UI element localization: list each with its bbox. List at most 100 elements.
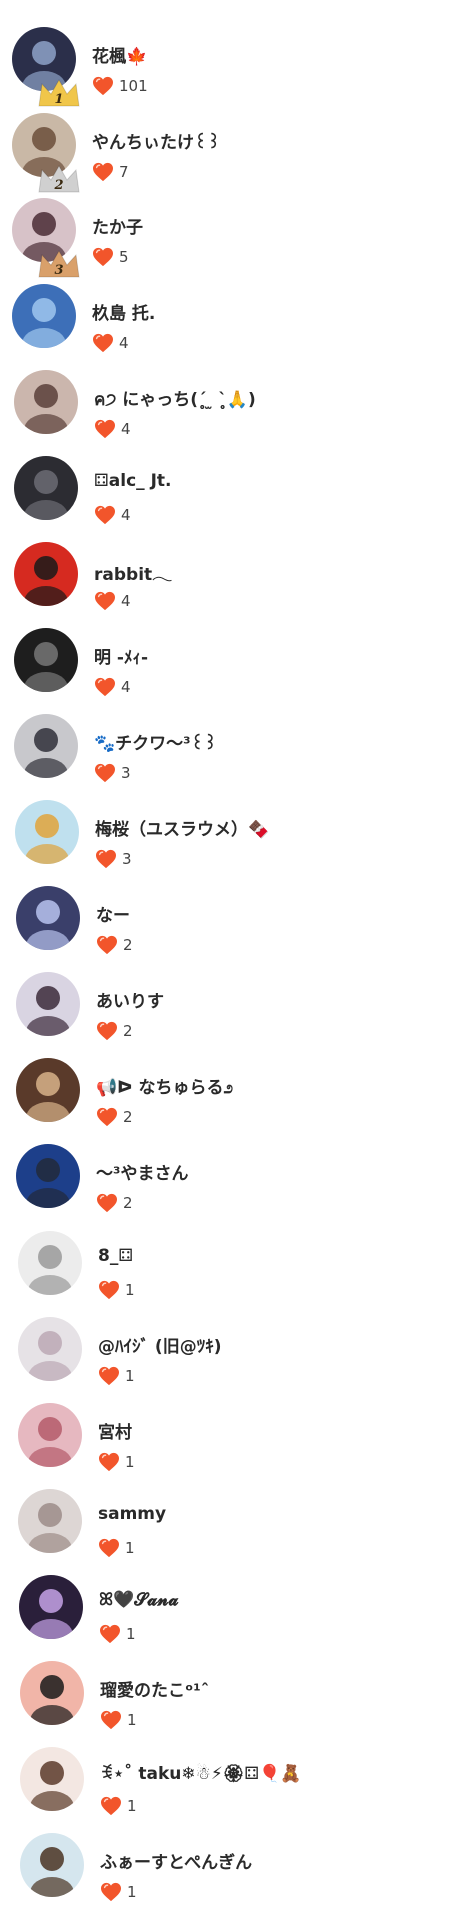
- user-name[interactable]: ꕤ🖤𝓢𝓪𝓷𝓪: [99, 1590, 179, 1610]
- user-name[interactable]: ค੭ にゃっち(ˊ̥̥ ̫ ˋ̥̥🙏): [94, 385, 256, 413]
- user-name[interactable]: ꉂ⋆˚ taku❄☃⚡🏵⚃🎈🧸: [100, 1762, 301, 1784]
- avatar[interactable]: [16, 1144, 80, 1208]
- list-item[interactable]: @ﾊｲｼﾞ (旧@ﾂｷ) 1: [0, 1308, 462, 1394]
- heart-icon: [96, 1021, 118, 1041]
- like-count: 2: [123, 1194, 133, 1212]
- avatar[interactable]: [18, 1489, 82, 1553]
- avatar[interactable]: [16, 972, 80, 1036]
- avatar[interactable]: [12, 284, 76, 348]
- like-count: 5: [119, 248, 129, 266]
- list-item[interactable]: 梅桜（ユスラウメ）🍫 3: [0, 791, 462, 877]
- list-item[interactable]: 2 やんちぃたけ꒰꒱ 7: [0, 104, 462, 193]
- list-item[interactable]: sammy 1: [0, 1480, 462, 1566]
- user-name[interactable]: @ﾊｲｼﾞ (旧@ﾂｷ): [98, 1332, 221, 1357]
- user-name[interactable]: 花楓🍁: [92, 42, 147, 67]
- user-name[interactable]: rabbit𓂃: [94, 557, 172, 586]
- like-count: 1: [127, 1797, 137, 1815]
- like-count: 7: [119, 163, 129, 181]
- user-name[interactable]: たか子: [92, 213, 143, 238]
- avatar[interactable]: [15, 800, 79, 864]
- heart-icon: [94, 505, 116, 525]
- avatar[interactable]: [18, 1317, 82, 1381]
- list-item[interactable]: なー 2: [0, 877, 462, 963]
- like-count: 1: [125, 1367, 135, 1385]
- user-name[interactable]: 宮村: [98, 1418, 132, 1443]
- like-count: 4: [121, 592, 131, 610]
- list-item[interactable]: 📢ᐅ なちゅらる೨ 2: [0, 1049, 462, 1135]
- list-item[interactable]: 1 花楓🍁 101: [0, 18, 462, 107]
- heart-icon: [100, 1710, 122, 1730]
- list-item[interactable]: 瑠愛のたこᵒ¹ˆ 1: [0, 1652, 462, 1738]
- user-name[interactable]: やんちぃたけ꒰꒱: [92, 128, 221, 153]
- like-count: 101: [119, 77, 148, 95]
- list-item[interactable]: rabbit𓂃 4: [0, 533, 462, 619]
- avatar[interactable]: [20, 1747, 84, 1811]
- avatar[interactable]: [19, 1575, 83, 1639]
- user-name[interactable]: 🐾チクワ〜³꒰꒱: [94, 729, 217, 754]
- heart-icon: [92, 333, 114, 353]
- like-count: 2: [123, 1022, 133, 1040]
- heart-icon: [92, 162, 114, 182]
- avatar[interactable]: [18, 1231, 82, 1295]
- user-name[interactable]: 8_⚃: [98, 1246, 133, 1266]
- like-count: 1: [125, 1539, 135, 1557]
- like-count: 4: [119, 334, 129, 352]
- like-count: 3: [122, 850, 132, 868]
- heart-icon: [92, 76, 114, 96]
- heart-icon: [94, 419, 116, 439]
- like-count: 1: [126, 1625, 136, 1643]
- like-count: 1: [125, 1281, 135, 1299]
- heart-icon: [99, 1624, 121, 1644]
- like-count: 1: [127, 1711, 137, 1729]
- like-count: 4: [121, 678, 131, 696]
- user-name[interactable]: なー: [96, 901, 130, 926]
- list-item[interactable]: ꉂ⋆˚ taku❄☃⚡🏵⚃🎈🧸 1: [0, 1738, 462, 1824]
- like-count: 2: [123, 1108, 133, 1126]
- user-name[interactable]: 明 -ﾒｨ-: [94, 643, 148, 668]
- list-item[interactable]: 宮村 1: [0, 1394, 462, 1480]
- heart-icon: [100, 1796, 122, 1816]
- heart-icon: [94, 591, 116, 611]
- avatar[interactable]: [20, 1833, 84, 1897]
- list-item[interactable]: 🐾チクワ〜³꒰꒱ 3: [0, 705, 462, 791]
- avatar[interactable]: [14, 456, 78, 520]
- user-name[interactable]: あいりす: [96, 987, 164, 1012]
- heart-icon: [96, 1107, 118, 1127]
- avatar[interactable]: [16, 1058, 80, 1122]
- user-name[interactable]: 〜³やまさん: [96, 1159, 188, 1184]
- user-name[interactable]: sammy: [98, 1504, 166, 1524]
- user-name[interactable]: ふぁーすとぺんぎん: [100, 1848, 252, 1873]
- avatar[interactable]: [14, 542, 78, 606]
- avatar[interactable]: [20, 1661, 84, 1725]
- user-name[interactable]: ⚃alc_ Jt.: [94, 471, 171, 491]
- heart-icon: [100, 1882, 122, 1902]
- user-name[interactable]: 梅桜（ユスラウメ）🍫: [95, 815, 269, 840]
- user-name[interactable]: 📢ᐅ なちゅらる೨: [96, 1073, 233, 1098]
- list-item[interactable]: あいりす 2: [0, 963, 462, 1049]
- heart-icon: [98, 1452, 120, 1472]
- avatar[interactable]: [16, 886, 80, 950]
- list-item[interactable]: 8_⚃ 1: [0, 1222, 462, 1308]
- heart-icon: [94, 677, 116, 697]
- list-item[interactable]: ꕤ🖤𝓢𝓪𝓷𝓪 1: [0, 1566, 462, 1652]
- heart-icon: [92, 247, 114, 267]
- heart-icon: [98, 1280, 120, 1300]
- list-item[interactable]: 〜³やまさん 2: [0, 1135, 462, 1221]
- list-item[interactable]: 杦島 托. 4: [0, 275, 462, 361]
- avatar[interactable]: [14, 370, 78, 434]
- avatar[interactable]: [14, 628, 78, 692]
- list-item[interactable]: 3 たか子 5: [0, 189, 462, 278]
- like-count: 3: [121, 764, 131, 782]
- like-count: 4: [121, 420, 131, 438]
- user-name[interactable]: 杦島 托.: [92, 299, 155, 324]
- avatar[interactable]: [18, 1403, 82, 1467]
- list-item[interactable]: ⚃alc_ Jt. 4: [0, 447, 462, 533]
- avatar[interactable]: [14, 714, 78, 778]
- like-count: 1: [125, 1453, 135, 1471]
- heart-icon: [96, 935, 118, 955]
- list-item[interactable]: ค੭ にゃっち(ˊ̥̥ ̫ ˋ̥̥🙏) 4: [0, 361, 462, 447]
- list-item[interactable]: 明 -ﾒｨ- 4: [0, 619, 462, 705]
- heart-icon: [98, 1538, 120, 1558]
- list-item[interactable]: ふぁーすとぺんぎん 1: [0, 1824, 462, 1910]
- user-name[interactable]: 瑠愛のたこᵒ¹ˆ: [100, 1676, 209, 1701]
